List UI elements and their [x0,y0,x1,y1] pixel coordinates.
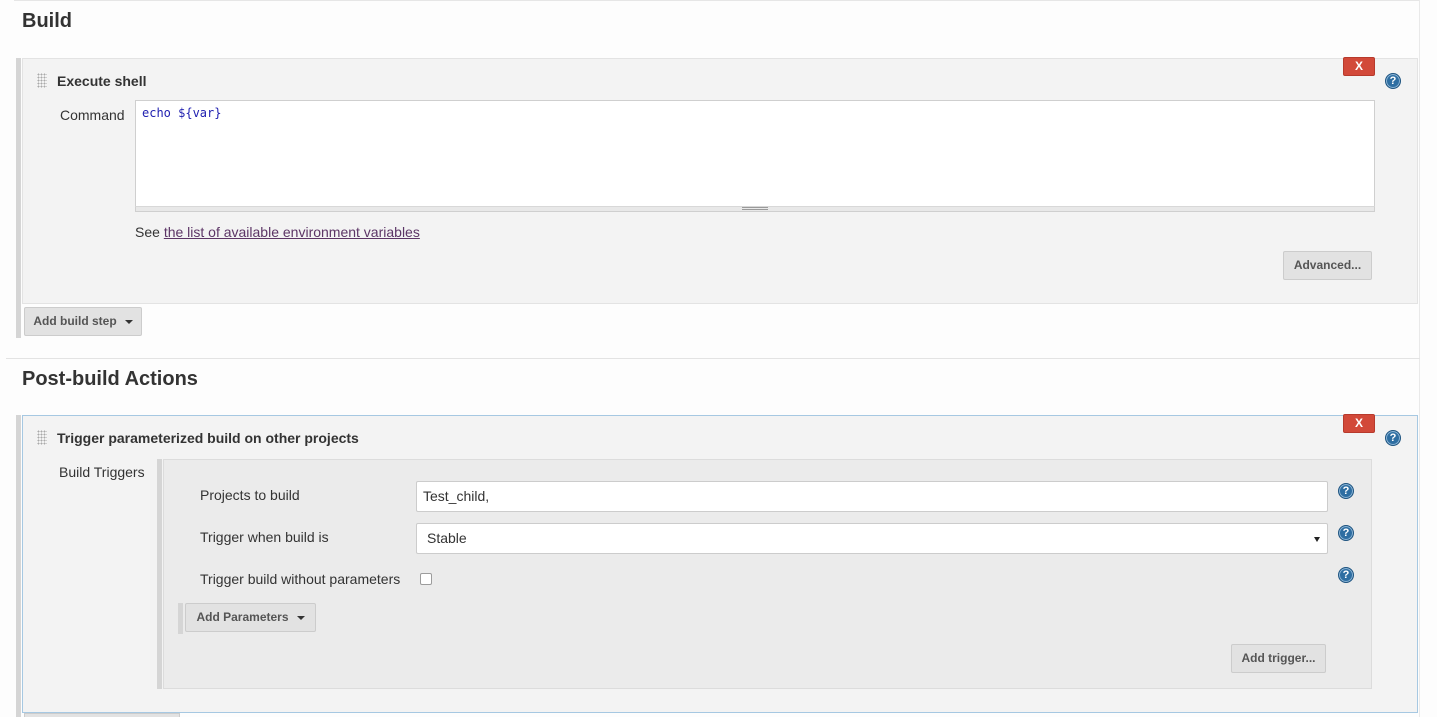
delete-step-button[interactable]: X [1343,57,1375,76]
build-step-stripe [16,58,21,338]
textarea-resize-handle[interactable] [135,206,1375,212]
trigger-when-value: Stable [427,530,467,546]
trigger-when-select[interactable]: Stable [416,523,1328,554]
help-icon[interactable]: ? [1338,483,1354,499]
trigger-build-panel: Trigger parameterized build on other pro… [22,414,1418,713]
add-parameters-button[interactable]: Add Parameters [185,603,316,632]
execute-shell-panel: Execute shell X ? Command echo ${var} Se… [22,57,1418,304]
next-button-edge [24,713,180,717]
help-icon[interactable]: ? [1338,567,1354,583]
config-page: Build Execute shell X ? Command echo ${v… [0,0,1437,717]
build-section-title: Build [22,10,72,32]
build-trigger-config: Projects to build Test_child, ? Trigger … [163,459,1372,689]
dropdown-arrow-icon [1314,537,1320,542]
trigger-when-label: Trigger when build is [200,529,329,545]
inner-stripe [157,459,162,689]
post-build-section-title: Post-build Actions [22,368,198,390]
command-textarea[interactable]: echo ${var} [135,100,1375,207]
no-params-label: Trigger build without parameters [200,571,401,587]
delete-action-button[interactable]: X [1343,414,1375,433]
help-icon[interactable]: ? [1385,430,1401,446]
trigger-build-title: Trigger parameterized build on other pro… [57,430,359,446]
env-vars-hint: See the list of available environment va… [135,224,420,240]
env-vars-link[interactable]: the list of available environment variab… [164,224,420,240]
section-divider [6,358,1420,359]
drag-handle-icon[interactable] [37,430,47,445]
no-params-checkbox[interactable] [420,573,432,585]
params-stripe [178,603,183,634]
build-triggers-label: Build Triggers [59,464,145,480]
chevron-down-icon [124,319,133,324]
add-build-step-button[interactable]: Add build step [24,307,142,336]
add-parameters-label: Add Parameters [196,610,289,624]
post-build-stripe [16,415,21,717]
command-label: Command [60,107,125,123]
chevron-down-icon [296,615,305,620]
projects-input[interactable]: Test_child, [416,481,1328,512]
execute-shell-title: Execute shell [57,73,147,89]
projects-label: Projects to build [200,487,300,503]
help-icon[interactable]: ? [1338,525,1354,541]
add-trigger-button[interactable]: Add trigger... [1231,644,1326,673]
add-build-step-label: Add build step [33,314,117,328]
resize-grip-icon [742,207,768,210]
help-icon[interactable]: ? [1385,73,1401,89]
top-divider [14,0,1420,1]
drag-handle-icon[interactable] [37,73,47,88]
advanced-button[interactable]: Advanced... [1283,251,1372,280]
see-prefix: See [135,224,160,240]
